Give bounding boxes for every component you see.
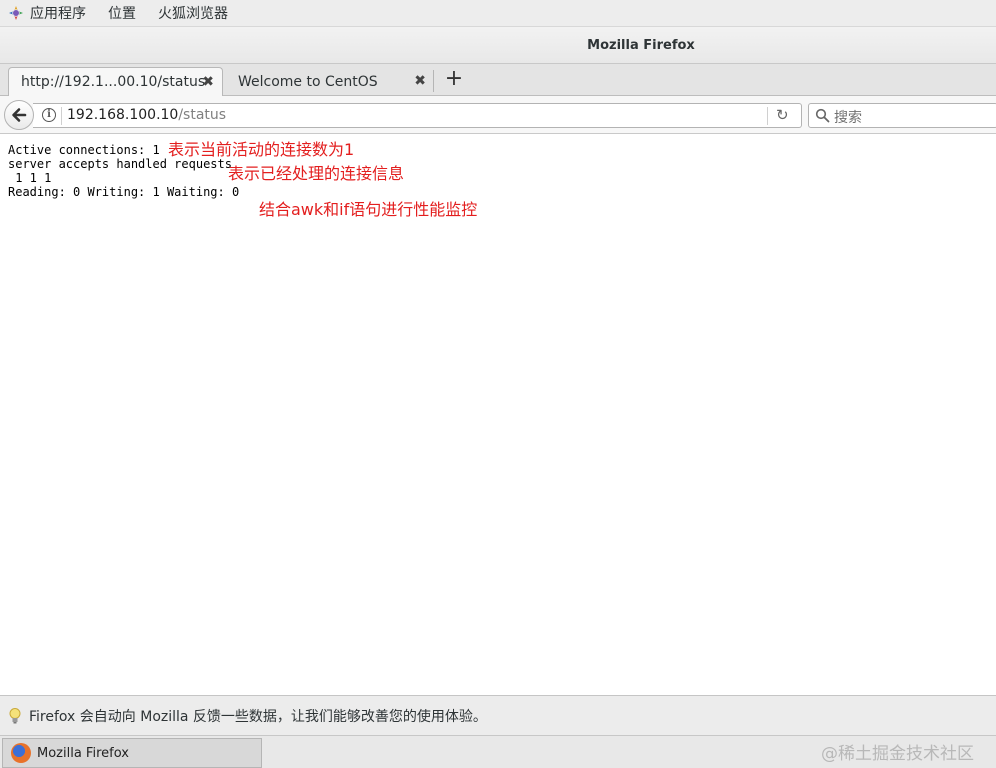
window-title: Mozilla Firefox <box>587 37 695 53</box>
annotation-active-connections: 表示当前活动的连接数为1 <box>168 140 355 159</box>
watermark: @稀土掘金技术社区 <box>821 744 974 764</box>
tab-welcome-centos[interactable]: Welcome to CentOS ✖ <box>226 67 434 96</box>
applications-icon <box>8 5 24 21</box>
firefox-menu[interactable]: 火狐浏览器 <box>158 3 228 23</box>
tab-label: http://192.1...00.10/status <box>21 74 206 90</box>
url-divider <box>61 107 62 125</box>
status-line: 1 1 1 <box>8 171 52 185</box>
back-button[interactable] <box>4 100 34 130</box>
tab-status[interactable]: http://192.1...00.10/status ✖ <box>8 67 223 96</box>
taskbar-item-firefox[interactable]: Mozilla Firefox <box>2 738 262 768</box>
url-divider <box>767 107 768 125</box>
status-line: Active connections: 1 <box>8 143 160 157</box>
annotation-handled-info: 表示已经处理的连接信息 <box>228 164 405 183</box>
page-content: Active connections: 1 server accepts han… <box>0 135 996 695</box>
firefox-logo-icon <box>11 743 31 763</box>
taskbar: Mozilla Firefox @稀土掘金技术社区 <box>0 735 996 768</box>
gnome-top-bar: 应用程序 位置 火狐浏览器 <box>0 0 996 27</box>
window-titlebar[interactable]: Mozilla Firefox <box>0 27 996 64</box>
notification-bar: Firefox 会自动向 Mozilla 反馈一些数据，让我们能够改善您的使用体… <box>0 695 996 735</box>
info-icon[interactable]: i <box>42 108 56 122</box>
url-text[interactable]: 192.168.100.10/status <box>67 107 226 123</box>
new-tab-button[interactable]: + <box>442 68 466 92</box>
navigation-bar: i 192.168.100.10/status ↻ 搜索 <box>0 96 996 134</box>
close-tab-icon[interactable]: ✖ <box>414 73 426 89</box>
url-path: /status <box>178 107 227 123</box>
search-placeholder: 搜索 <box>834 110 862 126</box>
applications-menu[interactable]: 应用程序 <box>30 3 86 23</box>
places-menu[interactable]: 位置 <box>108 3 136 23</box>
back-arrow-icon <box>12 108 27 122</box>
lightbulb-icon <box>8 707 22 725</box>
tab-divider <box>433 70 434 92</box>
tab-strip: http://192.1...00.10/status ✖ Welcome to… <box>0 64 996 96</box>
url-host: 192.168.100.10 <box>67 107 179 123</box>
annotation-monitoring: 结合awk和if语句进行性能监控 <box>259 200 478 219</box>
search-icon <box>815 108 830 123</box>
search-input[interactable]: 搜索 <box>808 103 996 128</box>
status-line: Reading: 0 Writing: 1 Waiting: 0 <box>8 185 240 199</box>
taskbar-item-label: Mozilla Firefox <box>37 745 129 761</box>
close-tab-icon[interactable]: ✖ <box>202 74 214 90</box>
url-bar[interactable]: i 192.168.100.10/status ↻ <box>33 103 802 128</box>
tab-label: Welcome to CentOS <box>238 73 378 90</box>
notification-text: Firefox 会自动向 Mozilla 反馈一些数据，让我们能够改善您的使用体… <box>29 708 487 725</box>
reload-icon[interactable]: ↻ <box>776 106 789 124</box>
